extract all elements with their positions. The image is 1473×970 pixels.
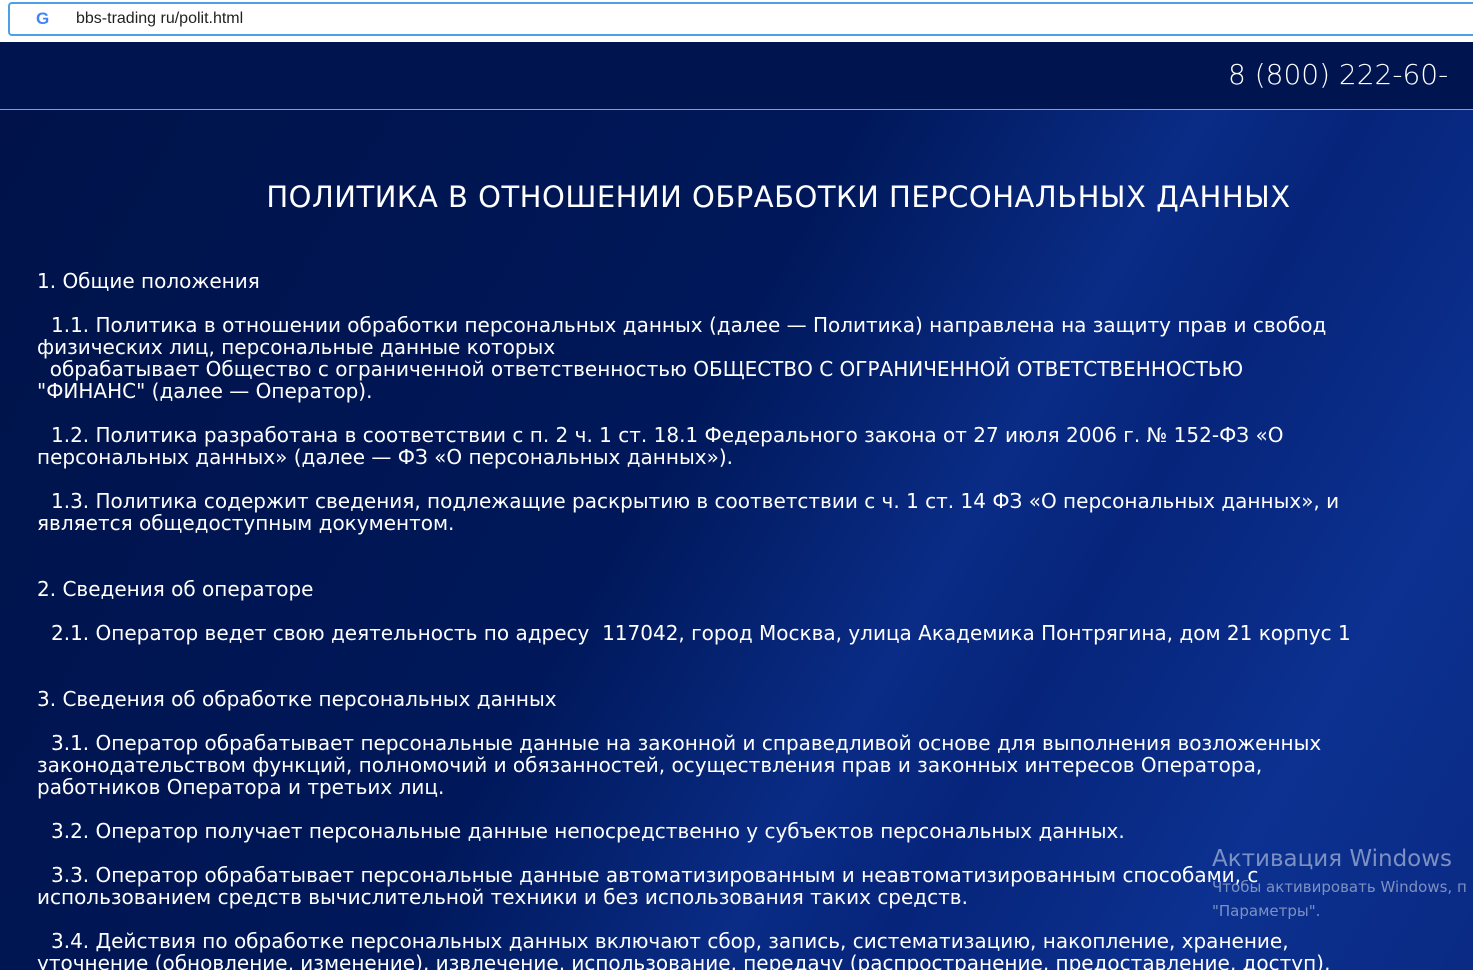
section-heading: 3. Сведения об обработке персональных да… xyxy=(37,687,557,711)
paragraph-line: 2.1. Оператор ведет свою деятельность по… xyxy=(51,621,1351,645)
paragraph-line: работников Оператора и третьих лиц. xyxy=(37,775,445,799)
policy-section: 1. Общие положения 1.1. Политика в отноше… xyxy=(37,270,1457,534)
windows-activation-watermark: Активация Windows Чтобы активировать Win… xyxy=(1212,846,1467,920)
paragraph-line: 1.1. Политика в отношении обработки перс… xyxy=(51,313,1327,337)
paragraph-line: законодательством функций, полномочий и … xyxy=(37,753,1263,777)
policy-paragraph: 1.2. Политика разработана в соответствии… xyxy=(37,424,1457,468)
watermark-line: "Параметры". xyxy=(1212,902,1321,920)
section-heading: 1. Общие положения xyxy=(37,269,260,293)
paragraph-line: 3.4. Действия по обработке персональных … xyxy=(51,929,1289,953)
paragraph-line: персональных данных» (далее — ФЗ «О перс… xyxy=(37,445,733,469)
page-title: ПОЛИТИКА В ОТНОШЕНИИ ОБРАБОТКИ ПЕРСОНАЛЬ… xyxy=(266,180,1291,214)
policy-paragraph: 1.1. Политика в отношении обработки перс… xyxy=(37,314,1457,402)
google-icon: G xyxy=(36,9,50,28)
policy-paragraph: 3.1. Оператор обрабатывает персональные … xyxy=(37,732,1457,798)
site-header: 8 (800) 222-60- xyxy=(0,42,1473,110)
watermark-title: Активация Windows xyxy=(1212,846,1453,872)
paragraph-line: 3.2. Оператор получает персональные данн… xyxy=(51,819,1125,843)
paragraph-line: 1.3. Политика содержит сведения, подлежа… xyxy=(51,489,1340,513)
section-heading: 2. Сведения об операторе xyxy=(37,577,314,601)
policy-section: 2. Сведения об операторе 2.1. Оператор ве… xyxy=(37,578,1457,644)
paragraph-line: является общедоступным документом. xyxy=(37,511,455,535)
paragraph-line: физических лиц, персональные данные кото… xyxy=(37,335,556,359)
watermark-line: Чтобы активировать Windows, п xyxy=(1212,878,1467,896)
paragraph-line: 1.2. Политика разработана в соответствии… xyxy=(51,423,1284,447)
page: 8 (800) 222-60- ПОЛИТИКА В ОТНОШЕНИИ ОБР… xyxy=(0,42,1473,970)
policy-paragraph: 3.2. Оператор получает персональные данн… xyxy=(37,820,1457,842)
paragraph-line: обрабатывает Общество с ограниченной отв… xyxy=(37,357,1244,381)
phone-number[interactable]: 8 (800) 222-60- xyxy=(1228,58,1448,91)
paragraph-line: уточнение (обновление, изменение), извле… xyxy=(37,951,1331,970)
url-text[interactable]: bbs-trading ru/polit.html xyxy=(76,10,243,28)
policy-paragraph: 3.4. Действия по обработке персональных … xyxy=(37,930,1457,970)
address-bar[interactable]: G bbs-trading ru/polit.html xyxy=(8,2,1473,36)
policy-section: 3. Сведения об обработке персональных да… xyxy=(37,688,1457,970)
policy-paragraph: 1.3. Политика содержит сведения, подлежа… xyxy=(37,490,1457,534)
paragraph-line: "ФИНАНС" (далее — Оператор). xyxy=(37,379,373,403)
paragraph-line: 3.1. Оператор обрабатывает персональные … xyxy=(51,731,1322,755)
policy-paragraph: 2.1. Оператор ведет свою деятельность по… xyxy=(37,622,1457,644)
